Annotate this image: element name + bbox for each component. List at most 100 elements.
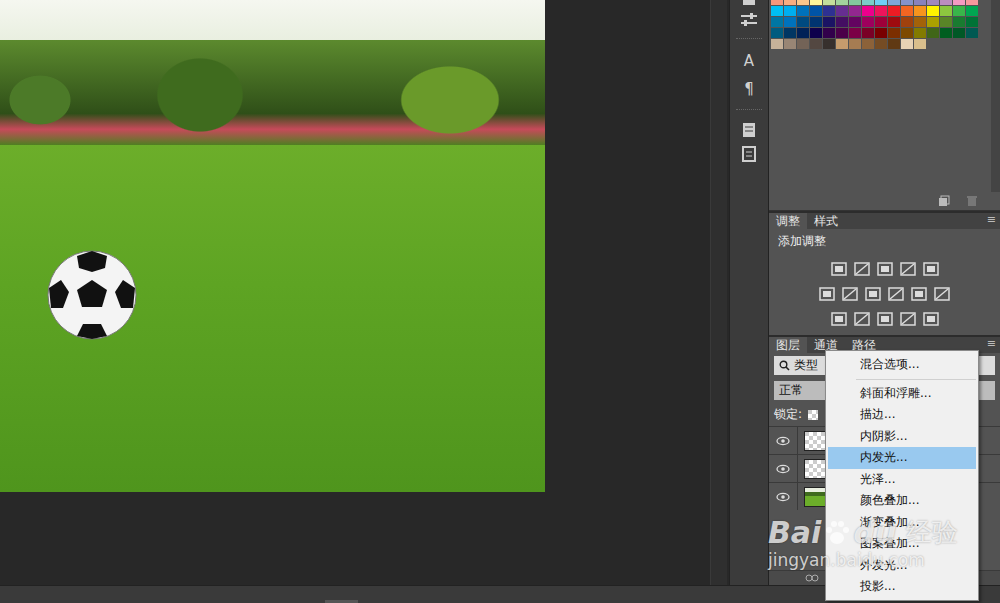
color-swatch[interactable]: [914, 28, 926, 38]
tool-button[interactable]: [734, 142, 764, 166]
color-swatch[interactable]: [771, 28, 783, 38]
vertical-scrollbar[interactable]: [710, 0, 727, 585]
color-swatch[interactable]: [797, 17, 809, 27]
color-swatch[interactable]: [875, 17, 887, 27]
color-swatch[interactable]: [862, 17, 874, 27]
color-swatch[interactable]: [927, 17, 939, 27]
color-swatch[interactable]: [823, 6, 835, 16]
new-swatch-icon[interactable]: [938, 195, 950, 207]
color-swatch[interactable]: [940, 28, 952, 38]
color-swatch[interactable]: [771, 0, 783, 5]
color-swatch[interactable]: [810, 0, 822, 5]
color-swatch[interactable]: [901, 6, 913, 16]
panel-tab[interactable]: 调整: [769, 213, 807, 229]
horizontal-scroll-thumb[interactable]: [325, 600, 358, 603]
adjustment-icon[interactable]: [934, 286, 950, 302]
panel-menu-icon[interactable]: ≡: [983, 213, 1000, 229]
color-swatch[interactable]: [784, 17, 796, 27]
adjustment-icon[interactable]: [831, 261, 847, 277]
adjustment-icon[interactable]: [854, 261, 870, 277]
menu-item[interactable]: 颜色叠加...: [828, 490, 976, 512]
color-swatch[interactable]: [966, 0, 978, 5]
menu-item[interactable]: 图案叠加...: [828, 533, 976, 555]
color-swatch[interactable]: [888, 39, 900, 49]
color-swatch[interactable]: [836, 6, 848, 16]
color-swatch[interactable]: [901, 17, 913, 27]
color-swatch[interactable]: [940, 0, 952, 5]
tool-button[interactable]: [734, 8, 764, 32]
adjustment-icon[interactable]: [900, 311, 916, 327]
color-swatch[interactable]: [836, 28, 848, 38]
color-swatch[interactable]: [771, 6, 783, 16]
color-swatch[interactable]: [888, 28, 900, 38]
color-swatch[interactable]: [797, 0, 809, 5]
color-swatch[interactable]: [797, 39, 809, 49]
color-swatch[interactable]: [771, 17, 783, 27]
adjustment-icon[interactable]: [911, 286, 927, 302]
color-swatch[interactable]: [810, 6, 822, 16]
color-swatch[interactable]: [797, 6, 809, 16]
eye-icon[interactable]: [776, 492, 790, 502]
color-swatch[interactable]: [940, 17, 952, 27]
eye-icon[interactable]: [776, 436, 790, 446]
soccer-ball-icon[interactable]: [47, 250, 137, 340]
color-swatch[interactable]: [927, 0, 939, 5]
menu-item[interactable]: 内发光...: [828, 447, 976, 469]
color-swatch[interactable]: [771, 39, 783, 49]
panel-tab[interactable]: 图层: [769, 337, 807, 353]
color-swatch[interactable]: [784, 39, 796, 49]
color-swatch[interactable]: [836, 39, 848, 49]
adjustment-icon[interactable]: [831, 311, 847, 327]
adjustment-icon[interactable]: [865, 286, 881, 302]
color-swatch[interactable]: [862, 6, 874, 16]
adjustment-icon[interactable]: [877, 261, 893, 277]
color-swatch[interactable]: [810, 39, 822, 49]
tool-button[interactable]: ¶: [734, 75, 764, 103]
color-swatch[interactable]: [953, 0, 965, 5]
color-swatch[interactable]: [862, 28, 874, 38]
color-swatch[interactable]: [914, 39, 926, 49]
color-swatch[interactable]: [784, 0, 796, 5]
trash-icon[interactable]: [966, 195, 978, 207]
adjustment-icon[interactable]: [819, 286, 835, 302]
color-swatch[interactable]: [966, 17, 978, 27]
color-swatch[interactable]: [888, 0, 900, 5]
color-swatch[interactable]: [862, 39, 874, 49]
menu-item[interactable]: 光泽...: [828, 469, 976, 491]
color-swatch[interactable]: [875, 28, 887, 38]
color-swatch[interactable]: [875, 6, 887, 16]
color-swatch[interactable]: [940, 6, 952, 16]
color-swatch[interactable]: [797, 28, 809, 38]
menu-item[interactable]: 描边...: [828, 404, 976, 426]
menu-item[interactable]: 内阴影...: [828, 426, 976, 448]
color-swatch[interactable]: [901, 0, 913, 5]
color-swatch[interactable]: [888, 6, 900, 16]
color-swatch[interactable]: [888, 17, 900, 27]
color-swatch[interactable]: [836, 0, 848, 5]
color-swatch[interactable]: [836, 17, 848, 27]
color-swatch[interactable]: [849, 39, 861, 49]
menu-item[interactable]: 斜面和浮雕...: [828, 383, 976, 405]
eye-icon[interactable]: [776, 464, 790, 474]
color-swatch[interactable]: [784, 6, 796, 16]
swatches-scrollbar[interactable]: [991, 0, 1000, 192]
color-swatch[interactable]: [849, 6, 861, 16]
menu-item[interactable]: 渐变叠加...: [828, 512, 976, 534]
color-swatch[interactable]: [901, 28, 913, 38]
color-swatch[interactable]: [810, 17, 822, 27]
adjustment-icon[interactable]: [842, 286, 858, 302]
adjustment-icon[interactable]: [877, 311, 893, 327]
color-swatch[interactable]: [927, 28, 939, 38]
color-swatch[interactable]: [914, 0, 926, 5]
color-swatch[interactable]: [862, 0, 874, 5]
color-swatch[interactable]: [914, 17, 926, 27]
color-swatch[interactable]: [953, 6, 965, 16]
color-swatch[interactable]: [927, 6, 939, 16]
panel-menu-icon[interactable]: ≡: [983, 337, 1000, 353]
color-swatch[interactable]: [966, 6, 978, 16]
color-swatch[interactable]: [966, 28, 978, 38]
color-swatch[interactable]: [823, 39, 835, 49]
color-swatch[interactable]: [901, 39, 913, 49]
adjustment-icon[interactable]: [923, 261, 939, 277]
color-swatch[interactable]: [849, 28, 861, 38]
